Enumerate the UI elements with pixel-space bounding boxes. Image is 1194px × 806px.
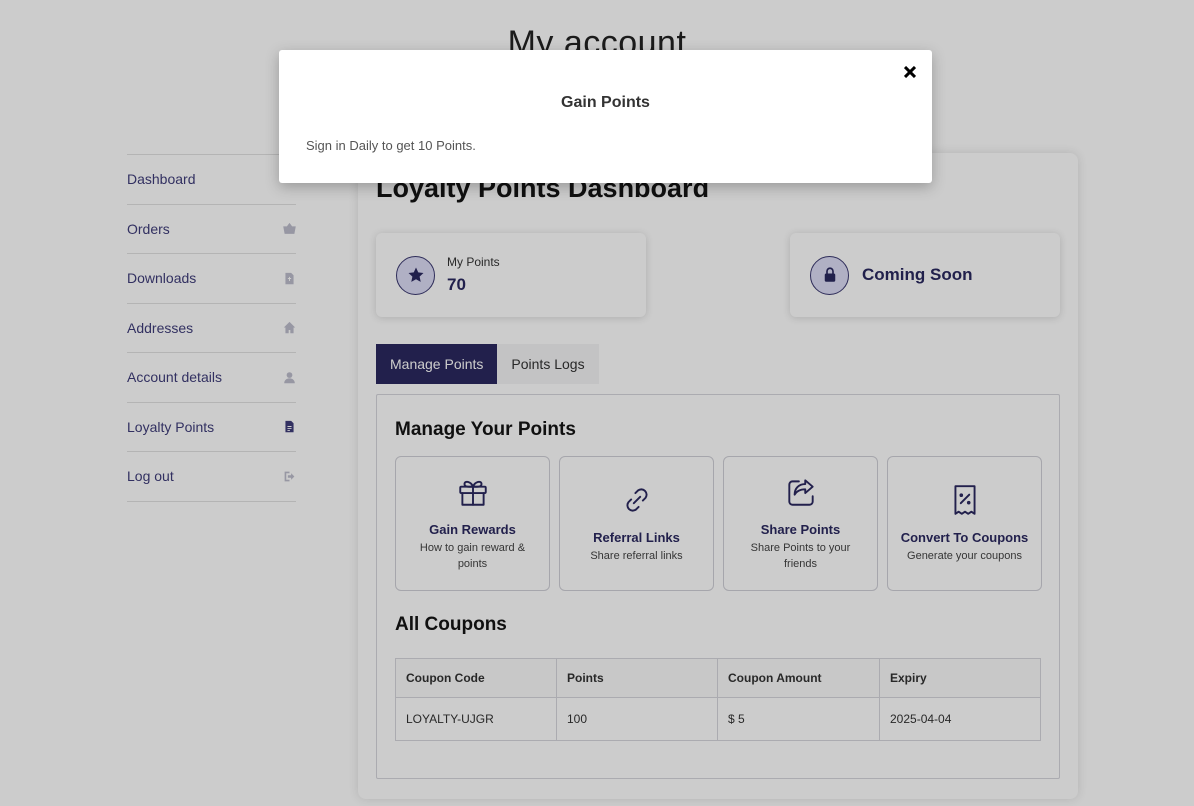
modal-title: Gain Points [561,94,650,111]
gain-points-modal: Gain Points Sign in Daily to get 10 Poin… [279,50,932,183]
modal-body: Sign in Daily to get 10 Points. [306,138,476,153]
close-icon[interactable] [902,63,918,81]
